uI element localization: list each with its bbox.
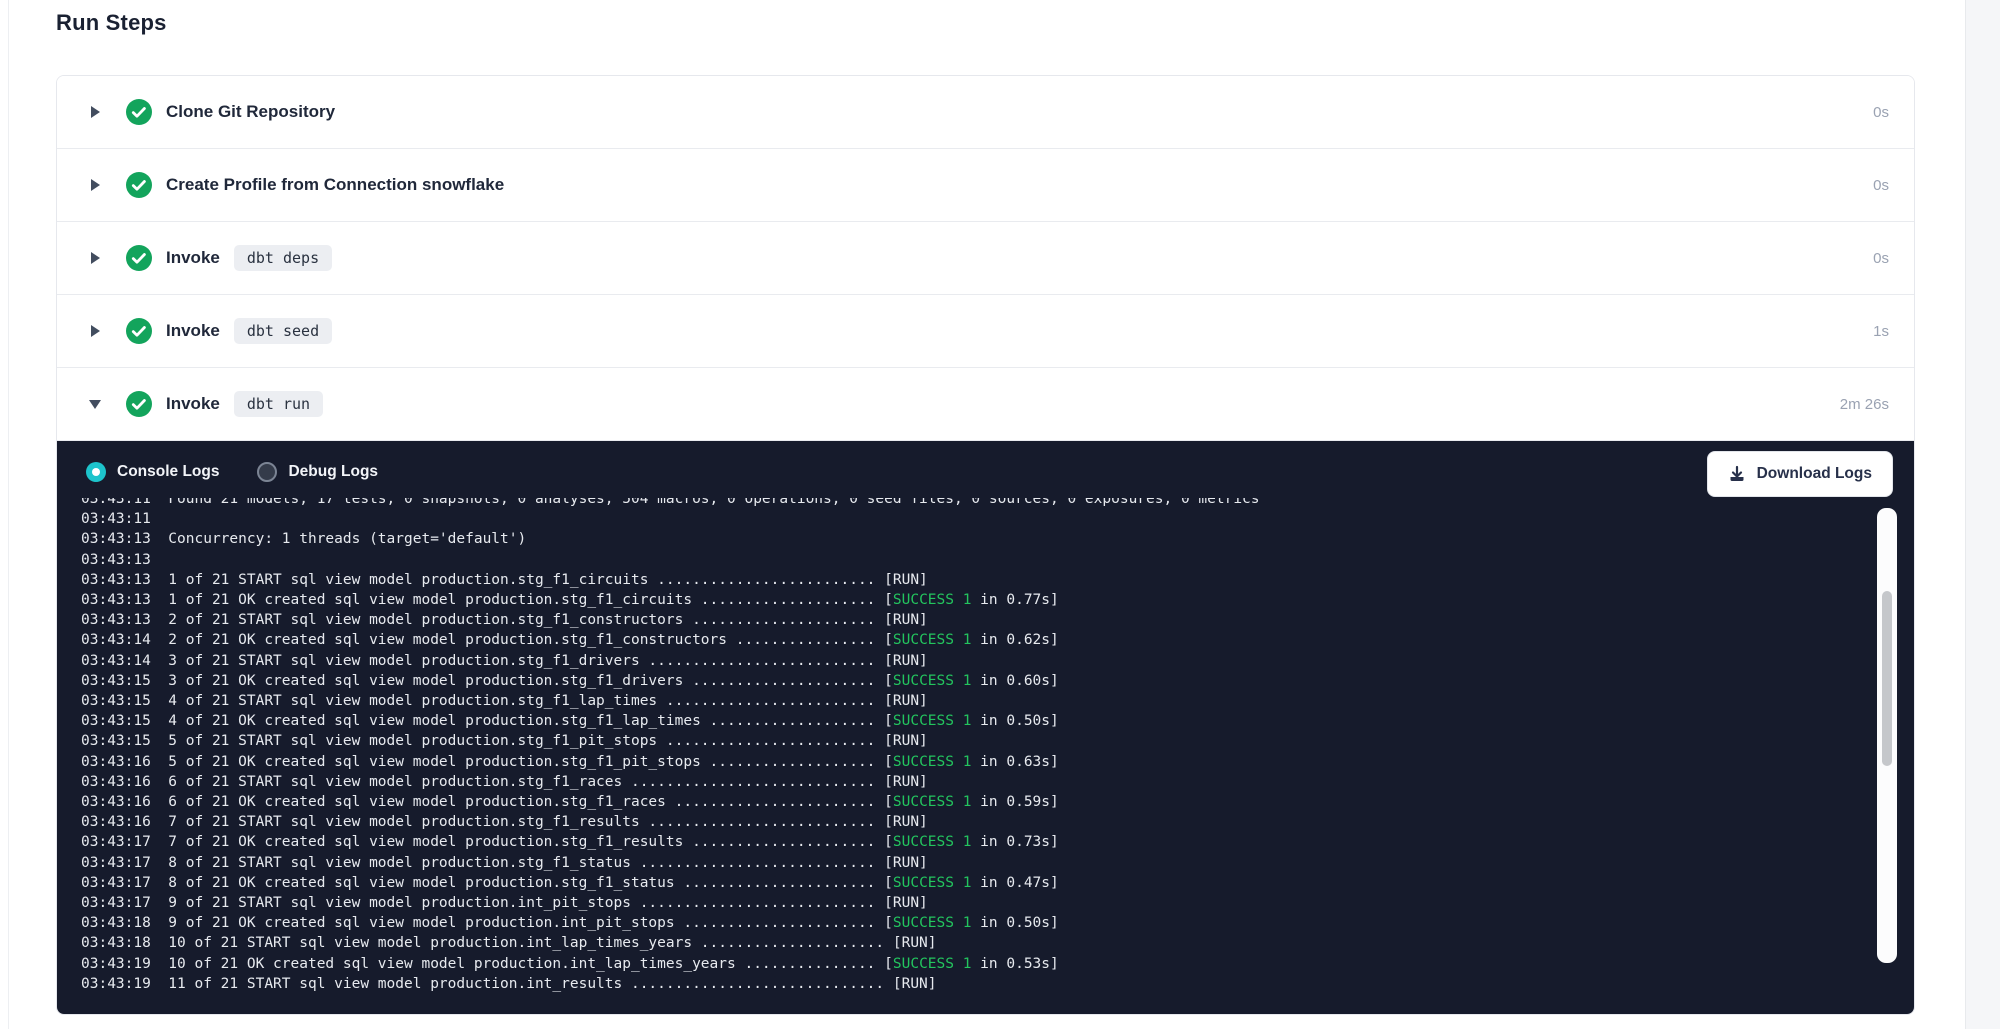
log-line: 03:43:13 xyxy=(81,550,1866,570)
step-duration: 0s xyxy=(1873,177,1889,194)
step-label: Invoke xyxy=(166,394,220,414)
run-steps-card: Clone Git Repository 0s Create Profile f… xyxy=(56,75,1915,1015)
log-line: 03:43:19 11 of 21 START sql view model p… xyxy=(81,974,1866,994)
run-steps-list: Clone Git Repository 0s Create Profile f… xyxy=(57,76,1914,441)
log-line: 03:43:18 9 of 21 OK created sql view mod… xyxy=(81,913,1866,933)
step-command-badge: dbt seed xyxy=(234,318,332,344)
step-label: Invoke xyxy=(166,321,220,341)
step-command-badge: dbt deps xyxy=(234,245,332,271)
log-line: 03:43:16 5 of 21 OK created sql view mod… xyxy=(81,752,1866,772)
success-check-icon xyxy=(126,391,152,417)
step-label: Clone Git Repository xyxy=(166,102,335,122)
download-icon xyxy=(1728,465,1746,483)
success-check-icon xyxy=(126,99,152,125)
console-logs-label: Console Logs xyxy=(117,463,219,481)
step-label: Create Profile from Connection snowflake xyxy=(166,175,504,195)
log-line: 03:43:16 6 of 21 START sql view model pr… xyxy=(81,772,1866,792)
log-line: 03:43:15 3 of 21 OK created sql view mod… xyxy=(81,671,1866,691)
log-line: 03:43:15 4 of 21 OK created sql view mod… xyxy=(81,711,1866,731)
step-command-badge: dbt run xyxy=(234,391,323,417)
step-row[interactable]: Invoke dbt deps 0s xyxy=(57,222,1914,295)
log-line: 03:43:14 2 of 21 OK created sql view mod… xyxy=(81,630,1866,650)
page-right-gutter xyxy=(1965,0,2000,1029)
step-row[interactable]: Create Profile from Connection snowflake… xyxy=(57,149,1914,222)
success-check-icon xyxy=(126,172,152,198)
step-duration: 0s xyxy=(1873,250,1889,267)
console-logs-radio[interactable]: Console Logs xyxy=(86,462,219,482)
log-line: 03:43:17 7 of 21 OK created sql view mod… xyxy=(81,832,1866,852)
log-line: 03:43:17 9 of 21 START sql view model pr… xyxy=(81,893,1866,913)
debug-logs-radio[interactable]: Debug Logs xyxy=(257,462,378,482)
log-scrollbar-thumb[interactable] xyxy=(1882,591,1892,766)
log-line: 03:43:11 xyxy=(81,509,1866,529)
page-title: Run Steps xyxy=(56,10,167,36)
log-line: 03:43:16 7 of 21 START sql view model pr… xyxy=(81,812,1866,832)
radio-unselected-icon[interactable] xyxy=(257,462,277,482)
log-line: 03:43:15 4 of 21 START sql view model pr… xyxy=(81,691,1866,711)
log-line: 03:43:19 10 of 21 OK created sql view mo… xyxy=(81,954,1866,974)
step-row[interactable]: Invoke dbt seed 1s xyxy=(57,295,1914,368)
radio-selected-icon[interactable] xyxy=(86,462,106,482)
log-toolbar: Console Logs Debug Logs Download Logs xyxy=(57,441,1914,503)
download-logs-label: Download Logs xyxy=(1757,465,1872,483)
log-line: 03:43:16 6 of 21 OK created sql view mod… xyxy=(81,792,1866,812)
log-line: 03:43:13 1 of 21 START sql view model pr… xyxy=(81,570,1866,590)
console-log-output[interactable]: 03:43:11 Found 21 models, 17 tests, 0 sn… xyxy=(81,498,1866,1015)
log-panel: Console Logs Debug Logs Download Logs 03… xyxy=(57,441,1914,1015)
step-row[interactable]: Invoke dbt run 2m 26s xyxy=(57,368,1914,441)
step-duration: 2m 26s xyxy=(1840,396,1889,413)
success-check-icon xyxy=(126,245,152,271)
expand-chevron-icon[interactable] xyxy=(89,396,101,412)
expand-chevron-icon[interactable] xyxy=(89,104,101,120)
log-line: 03:43:13 1 of 21 OK created sql view mod… xyxy=(81,590,1866,610)
log-line: 03:43:13 2 of 21 START sql view model pr… xyxy=(81,610,1866,630)
log-line: 03:43:11 Found 21 models, 17 tests, 0 sn… xyxy=(81,498,1866,509)
log-line: 03:43:15 5 of 21 START sql view model pr… xyxy=(81,731,1866,751)
log-line: 03:43:14 3 of 21 START sql view model pr… xyxy=(81,651,1866,671)
log-line: 03:43:17 8 of 21 OK created sql view mod… xyxy=(81,873,1866,893)
success-check-icon xyxy=(126,318,152,344)
download-logs-button[interactable]: Download Logs xyxy=(1707,451,1893,497)
step-duration: 1s xyxy=(1873,323,1889,340)
step-row[interactable]: Clone Git Repository 0s xyxy=(57,76,1914,149)
expand-chevron-icon[interactable] xyxy=(89,177,101,193)
expand-chevron-icon[interactable] xyxy=(89,250,101,266)
log-scrollbar-track[interactable] xyxy=(1877,508,1897,963)
log-line: 03:43:18 10 of 21 START sql view model p… xyxy=(81,933,1866,953)
debug-logs-label: Debug Logs xyxy=(288,463,378,481)
step-label: Invoke xyxy=(166,248,220,268)
expand-chevron-icon[interactable] xyxy=(89,323,101,339)
step-duration: 0s xyxy=(1873,104,1889,121)
page-left-divider xyxy=(8,0,9,1029)
log-line: 03:43:17 8 of 21 START sql view model pr… xyxy=(81,853,1866,873)
log-line: 03:43:13 Concurrency: 1 threads (target=… xyxy=(81,529,1866,549)
